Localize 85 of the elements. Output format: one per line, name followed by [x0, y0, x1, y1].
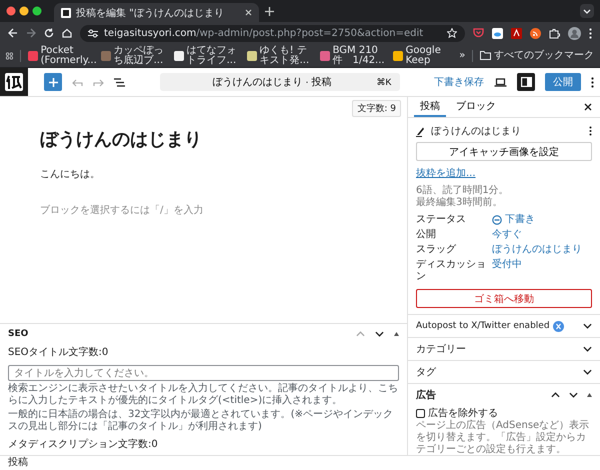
panel-title: 広告: [416, 388, 437, 402]
status-icon: [492, 215, 502, 225]
list-view-icon[interactable]: [114, 78, 125, 86]
help-text: ページ上の広告（AdSenseなど）表示を切り替えます。「広告」設定からカテゴリーごとの設定も行えます。: [416, 420, 590, 456]
close-icon[interactable]: [584, 103, 592, 111]
move-to-trash-button[interactable]: ゴミ箱へ移動: [416, 289, 592, 308]
add-block-button[interactable]: [44, 73, 62, 91]
window-controls-icon[interactable]: [6, 6, 42, 16]
checkbox-label[interactable]: 広告を除外する: [428, 406, 498, 420]
rss-extension-icon[interactable]: [530, 28, 541, 38]
post-title-label: ぼうけんのはじまり: [431, 125, 522, 138]
publish-button[interactable]: 公開: [545, 73, 581, 91]
apps-icon[interactable]: [6, 50, 13, 60]
pocket-extension-icon[interactable]: [473, 28, 484, 38]
block-placeholder[interactable]: ブロックを選択するには「/」を入力: [40, 203, 367, 217]
panel-header[interactable]: Autopost to X/Twitter enabled: [408, 315, 600, 338]
browser-tab[interactable]: 投稿を編集 "ぼうけんのはじまり: [54, 3, 259, 22]
field-label: SEOタイトル文字数:0: [8, 346, 110, 358]
save-draft-button[interactable]: 下書き保存: [434, 75, 484, 89]
help-text: 検索エンジンに表示させたいタイトルを入力してください。記事のタイトルより、こちらに入力したテキストが優先的にタイトルタグ(<title>)に挿入されます。: [8, 383, 399, 407]
plus-icon[interactable]: [48, 78, 58, 86]
folder-icon: [480, 51, 491, 60]
move-up-icon[interactable]: [551, 392, 560, 398]
options-icon[interactable]: [591, 76, 594, 88]
post-title[interactable]: ぼうけんのはじまり: [40, 127, 367, 151]
x-badge-icon: [552, 320, 564, 332]
sidebar-tab[interactable]: 投稿: [414, 97, 446, 117]
bookmark-item[interactable]: Google Keep: [392, 46, 446, 66]
post-meta-text: 6語、読了時間1分。: [416, 185, 510, 196]
panel-title: SEO: [8, 328, 30, 338]
tab-search-icon[interactable]: [580, 4, 594, 18]
post-meta-text: 最終編集3時間前。: [416, 197, 504, 209]
bookmark-item[interactable]: はてなフォトライフ...: [174, 46, 240, 66]
paragraph-block[interactable]: こんにちは。: [40, 167, 367, 181]
options-icon[interactable]: [589, 126, 592, 136]
reload-icon[interactable]: [44, 28, 54, 38]
forward-icon[interactable]: [26, 28, 36, 38]
site-logo-icon[interactable]: [0, 68, 28, 96]
more-bookmarks-button[interactable]: »: [459, 50, 466, 60]
menu-icon[interactable]: [589, 28, 592, 38]
field-label: 公開: [416, 229, 437, 241]
cloud-extension-icon[interactable]: [492, 28, 503, 38]
field-label: スラッグ: [416, 244, 457, 256]
command-palette-button[interactable]: ぼうけんのはじまり · 投稿 ⌘K: [160, 73, 400, 91]
word-count-badge: 文字数: 9: [352, 100, 401, 117]
add-excerpt-link[interactable]: 抜粋を追加...: [416, 166, 592, 180]
field-value-link[interactable]: 今すぐ: [492, 229, 592, 241]
pdf-extension-icon[interactable]: [511, 28, 522, 38]
featured-image-button[interactable]: アイキャッチ画像を設定: [416, 142, 592, 161]
address-bar[interactable]: teigasitusyori.com/wp-admin/post.php?post=2750&action=edit: [80, 24, 465, 42]
bookmark-item[interactable]: ゆくも! テキスト発...: [246, 46, 313, 66]
bookmark-item[interactable]: Pocket (Formerly...: [28, 46, 94, 66]
pen-icon: [416, 126, 425, 136]
expand-icon[interactable]: [583, 323, 592, 329]
home-icon[interactable]: [62, 28, 72, 38]
profile-avatar-icon[interactable]: [568, 26, 581, 40]
collapse-icon[interactable]: [587, 393, 592, 397]
field-label: ステータス: [416, 214, 467, 226]
field-label: ディスカッション: [416, 259, 487, 283]
panel-header[interactable]: タグ: [408, 361, 600, 384]
seo-title-field[interactable]: タイトルを入力してください。: [8, 365, 399, 381]
preview-icon[interactable]: [494, 78, 507, 86]
site-settings-icon[interactable]: [88, 28, 98, 38]
move-down-icon[interactable]: [375, 330, 384, 336]
back-icon[interactable]: [8, 28, 18, 38]
bookmark-star-icon[interactable]: [447, 28, 457, 38]
new-tab-icon[interactable]: [265, 6, 274, 16]
panel-header[interactable]: カテゴリー: [408, 338, 600, 361]
sidebar-tab[interactable]: ブロック: [450, 97, 502, 117]
field-label: メタディスクリプション文字数:0: [8, 438, 159, 451]
expand-icon[interactable]: [583, 369, 592, 375]
help-text: 一般的に日本語の場合は、32文字以内が最適とされています。(※ページやインデックスの見出し部分には「記事のタイトル」が利用されます): [8, 409, 394, 433]
field-value-link[interactable]: 受付中: [492, 259, 592, 271]
expand-icon[interactable]: [583, 346, 592, 352]
field-value-link[interactable]: ぼうけんのはじまり: [492, 244, 592, 256]
move-down-icon[interactable]: [569, 392, 578, 398]
collapse-icon[interactable]: [394, 332, 399, 336]
settings-toggle-icon[interactable]: [517, 73, 535, 91]
checkbox[interactable]: [416, 408, 425, 418]
status-link[interactable]: 下書き: [492, 214, 592, 226]
extensions-icon[interactable]: [549, 28, 560, 38]
favicon-icon: [61, 8, 71, 18]
bookmark-item[interactable]: BGM 210件 1/42...: [320, 46, 386, 66]
all-bookmarks-folder[interactable]: すべてのブックマーク: [480, 50, 594, 60]
bookmark-item[interactable]: カッペぽっち底辺ブ...: [100, 46, 167, 66]
